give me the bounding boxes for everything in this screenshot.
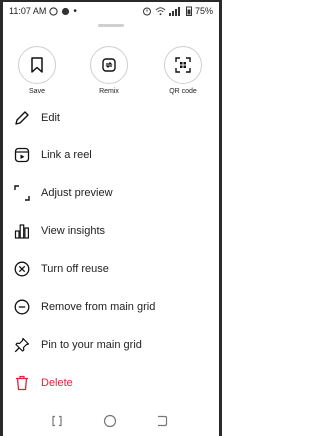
drag-handle[interactable] — [98, 24, 124, 27]
messenger-icon — [62, 7, 70, 15]
menu-item-label: View insights — [41, 225, 105, 237]
alarm-icon — [142, 7, 151, 16]
reel-icon — [14, 147, 30, 163]
circle-minus-icon — [14, 299, 30, 315]
menu-item-turn-off-reuse[interactable]: Turn off reuse — [3, 254, 219, 284]
dot-icon: • — [73, 5, 77, 17]
menu-item-remove-from-grid[interactable]: Remove from main grid — [3, 292, 219, 322]
trash-icon — [16, 375, 28, 391]
menu-item-label: Adjust preview — [41, 187, 113, 199]
qr-code-icon — [175, 57, 191, 73]
remix-label: Remix — [99, 88, 119, 95]
menu-item-pin-to-grid[interactable]: Pin to your main grid — [3, 330, 219, 360]
battery-percent: 75% — [194, 6, 213, 16]
menu-item-label: Edit — [41, 112, 60, 124]
menu-item-edit[interactable]: Edit — [3, 103, 219, 133]
remix-icon — [102, 58, 116, 72]
crop-corners-icon — [14, 185, 30, 201]
remix-button[interactable]: Remix — [79, 46, 139, 95]
back-button[interactable] — [153, 413, 171, 429]
back-icon — [158, 415, 168, 427]
save-button[interactable]: Save — [7, 46, 67, 95]
menu-item-label: Pin to your main grid — [41, 339, 142, 351]
qr-code-button[interactable]: QR code — [153, 46, 213, 95]
battery-icon — [185, 6, 192, 16]
recents-icon — [52, 415, 62, 427]
status-bar: 11:07 AM • 75% — [3, 0, 219, 22]
pin-icon — [14, 337, 30, 353]
recents-button[interactable] — [48, 413, 66, 429]
home-button[interactable] — [101, 413, 119, 429]
status-time: 11:07 AM — [9, 6, 47, 16]
menu-item-label: Turn off reuse — [41, 263, 109, 275]
menu-item-label: Link a reel — [41, 149, 92, 161]
system-nav-bar — [3, 410, 219, 432]
menu-item-label: Delete — [41, 377, 73, 389]
home-circle-icon — [103, 414, 117, 428]
menu-item-delete[interactable]: Delete — [3, 368, 219, 398]
save-label: Save — [29, 88, 45, 95]
menu-item-view-insights[interactable]: View insights — [3, 216, 219, 246]
quick-actions: Save Remix QR code — [3, 46, 219, 102]
menu-item-label: Remove from main grid — [41, 301, 156, 313]
menu-item-adjust-preview[interactable]: Adjust preview — [3, 178, 219, 208]
bookmark-icon — [31, 57, 43, 73]
wifi-icon — [155, 7, 166, 16]
pencil-icon — [15, 111, 29, 125]
bar-chart-icon — [14, 224, 29, 239]
whatsapp-icon — [49, 6, 58, 16]
qr-code-label: QR code — [169, 88, 197, 95]
menu-item-link-reel[interactable]: Link a reel — [3, 140, 219, 170]
circle-x-icon — [14, 261, 30, 277]
signal-icon — [168, 7, 180, 16]
